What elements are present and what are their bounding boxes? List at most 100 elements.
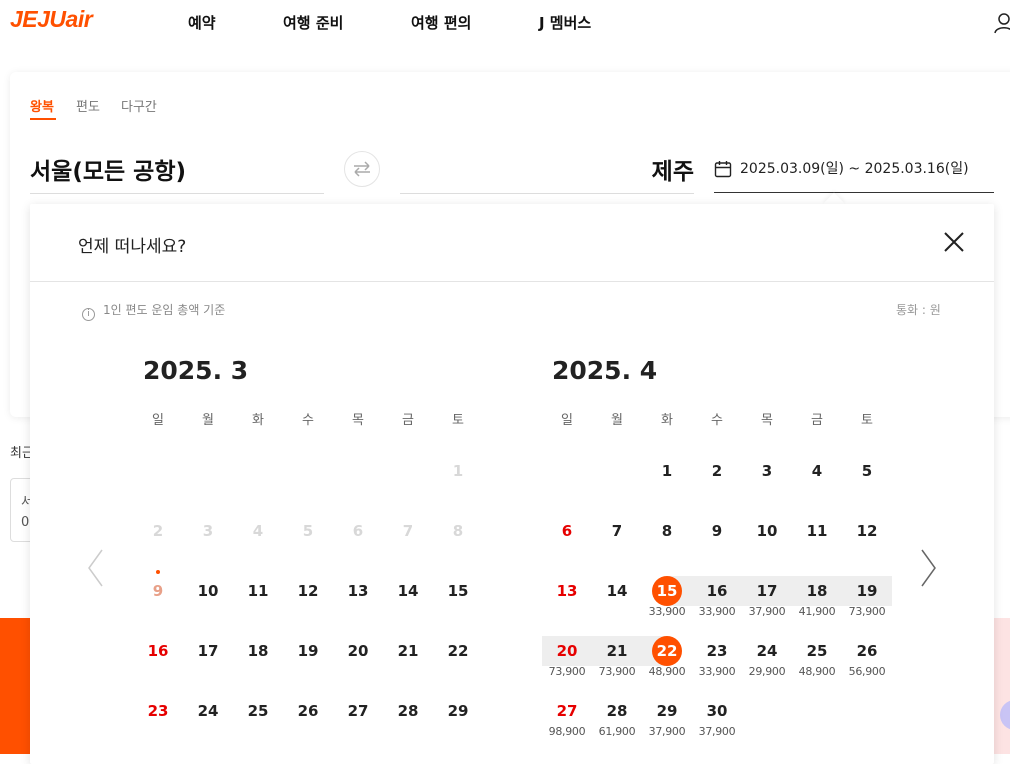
calendar-day[interactable]: 25 48,900 (792, 636, 842, 682)
day-number: 9 (152, 582, 164, 600)
calendar-day[interactable]: 29 37,900 (642, 696, 692, 742)
weekday-header: 일 (561, 413, 573, 428)
tab-one-way[interactable]: 편도 (76, 96, 100, 115)
calendar-day[interactable]: 27 (333, 696, 383, 742)
calendar-day[interactable]: 7 (592, 516, 642, 562)
calendar-day[interactable]: 15 (433, 576, 483, 622)
today-dot (156, 570, 160, 574)
calendar-day[interactable]: 28 (383, 696, 433, 742)
calendar-day[interactable]: 12 (842, 516, 892, 562)
calendar-day[interactable]: 25 (233, 696, 283, 742)
day-number: 16 (147, 642, 169, 660)
jejuair-logo[interactable]: JEJUair (10, 6, 93, 33)
calendar-day[interactable]: 27 98,900 (542, 696, 592, 742)
weekday-header: 화 (661, 413, 673, 428)
calendar-day: 7 (383, 516, 433, 562)
calendar-day[interactable]: 24 (183, 696, 233, 742)
close-icon[interactable] (942, 230, 966, 254)
calendar-day[interactable]: 5 (842, 456, 892, 502)
weekday-header: 금 (811, 413, 823, 428)
calendar-day: 2 (133, 516, 183, 562)
calendar-day[interactable]: 13 (542, 576, 592, 622)
calendar-day[interactable]: 21 73,900 (592, 636, 642, 682)
calendar-day[interactable]: 15 33,900 (642, 576, 692, 622)
day-fare: 37,900 (698, 725, 736, 738)
calendar-day[interactable]: 18 (233, 636, 283, 682)
calendar-day[interactable]: 2 (692, 456, 742, 502)
calendar-day[interactable]: 24 29,900 (742, 636, 792, 682)
calendar-day[interactable]: 26 56,900 (842, 636, 892, 682)
nav-j-members[interactable]: J 멤버스 (539, 12, 591, 33)
calendar-day[interactable]: 12 (283, 576, 333, 622)
calendar-day[interactable]: 30 37,900 (692, 696, 742, 742)
calendar-day[interactable]: 4 (792, 456, 842, 502)
day-number: 16 (706, 582, 728, 600)
user-icon[interactable] (994, 12, 1010, 34)
nav-travel-convenience[interactable]: 여행 편의 (411, 12, 471, 33)
destination-field[interactable]: 제주 (400, 152, 694, 186)
calendar-day[interactable]: 16 (133, 636, 183, 682)
calendar-day[interactable]: 20 73,900 (542, 636, 592, 682)
calendar-day[interactable]: 9 (692, 516, 742, 562)
calendar-day[interactable]: 1 (642, 456, 692, 502)
weekday-header: 토 (861, 413, 873, 428)
day-number: 14 (606, 582, 628, 600)
weekday-header: 화 (252, 413, 264, 428)
calendar-day[interactable]: 22 48,900 (642, 636, 692, 682)
day-number: 27 (556, 702, 578, 720)
nav-travel-prep[interactable]: 여행 준비 (283, 12, 343, 33)
day-number: 7 (402, 522, 414, 540)
day-number: 28 (606, 702, 628, 720)
calendar-day[interactable]: 10 (742, 516, 792, 562)
calendar-day[interactable]: 14 (383, 576, 433, 622)
calendar-day[interactable]: 11 (792, 516, 842, 562)
calendar-day[interactable]: 20 (333, 636, 383, 682)
calendar-day[interactable]: 17 (183, 636, 233, 682)
calendar-day[interactable]: 3 (742, 456, 792, 502)
recent-search-label: 최근 (10, 446, 30, 461)
calendar-day[interactable]: 19 (283, 636, 333, 682)
swap-route-button[interactable] (344, 151, 380, 187)
calendar-day[interactable]: 6 (542, 516, 592, 562)
prev-month-arrow[interactable] (86, 548, 106, 588)
calendar-day[interactable]: 28 61,900 (592, 696, 642, 742)
day-number: 12 (856, 522, 878, 540)
day-number: 10 (756, 522, 778, 540)
active-tab-indicator (30, 118, 56, 120)
day-number: 11 (806, 522, 828, 540)
day-number: 4 (811, 462, 823, 480)
popup-title: 언제 떠나세요? (78, 237, 187, 257)
calendar-day[interactable]: 13 (333, 576, 383, 622)
calendar-day[interactable]: 10 (183, 576, 233, 622)
calendar-day[interactable]: 8 (642, 516, 692, 562)
calendar-day[interactable]: 26 (283, 696, 333, 742)
calendar-day[interactable]: 9 (133, 570, 183, 622)
tab-round-trip[interactable]: 왕복 (30, 96, 54, 115)
day-number: 13 (347, 582, 369, 600)
calendar-day[interactable]: 29 (433, 696, 483, 742)
origin-field[interactable]: 서울(모든 공항) (30, 152, 186, 186)
next-month-arrow[interactable] (918, 548, 938, 588)
day-number: 25 (806, 642, 828, 660)
calendar-day[interactable]: 14 (592, 576, 642, 622)
calendar-day[interactable]: 11 (233, 576, 283, 622)
calendar-day[interactable]: 17 37,900 (742, 576, 792, 622)
day-number: 21 (397, 642, 419, 660)
calendar-day[interactable]: 23 (133, 696, 183, 742)
day-number: 24 (756, 642, 778, 660)
tab-multi-city[interactable]: 다구간 (121, 96, 157, 115)
nav-reservation[interactable]: 예약 (188, 12, 216, 33)
calendar-day[interactable]: 23 33,900 (692, 636, 742, 682)
origin-underline (30, 193, 324, 194)
calendar-day[interactable]: 22 (433, 636, 483, 682)
calendar-day[interactable]: 21 (383, 636, 433, 682)
day-number: 24 (197, 702, 219, 720)
calendar-day[interactable]: 19 73,900 (842, 576, 892, 622)
calendar-day[interactable]: 18 41,900 (792, 576, 842, 622)
day-number: 29 (447, 702, 469, 720)
promo-banner-secondary[interactable] (994, 618, 1010, 754)
calendar-day[interactable]: 16 33,900 (692, 576, 742, 622)
day-number: 15 (447, 582, 469, 600)
date-field[interactable]: 2025.03.09(일) ~ 2025.03.16(일) (714, 158, 969, 182)
weekday-header: 일 (152, 413, 164, 428)
